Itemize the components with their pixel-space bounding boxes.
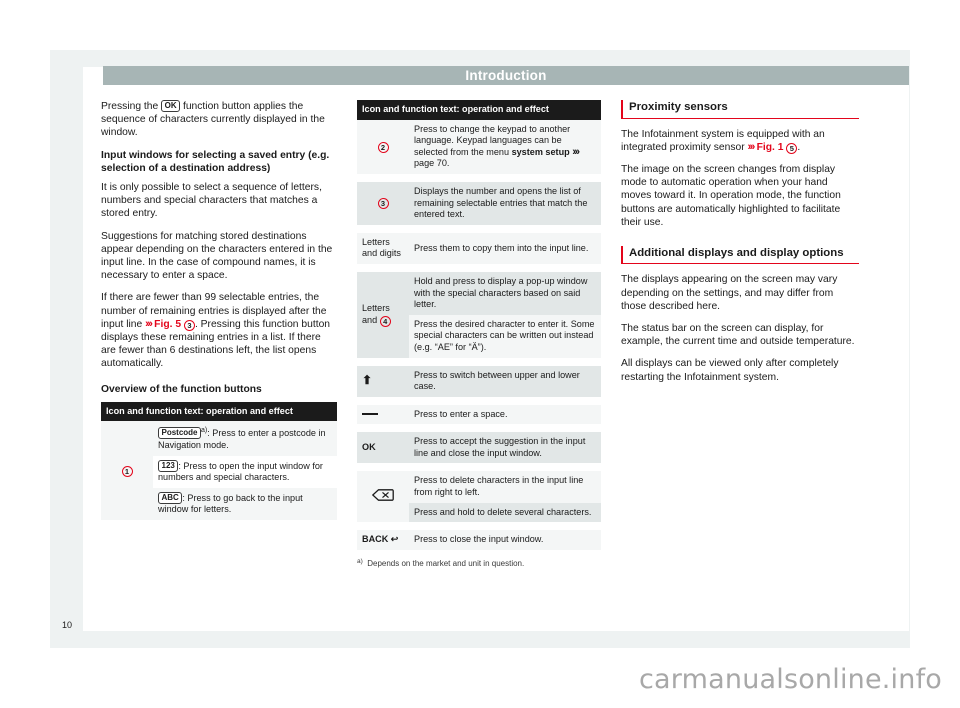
table-row: Press to accept the suggestion in the in… [409,432,601,464]
keypad-language-post: page 70. [414,158,450,169]
table-row: Press and hold to delete several charact… [409,502,601,523]
row-separator [357,396,601,405]
paragraph-displays-vary: The displays appearing on the screen may… [621,274,838,312]
table-row-icon-3: 3 [357,181,409,225]
footnote-marker: a) [357,557,363,565]
watermark: carmanualsonline.info [639,664,942,695]
table-row-icon-ok: OK [357,432,409,464]
section-heading-additional-displays: Additional displays and display options [621,245,859,265]
table-row: Postcode a): Press to enter a postcode in… [153,421,337,456]
callout-circle-4: 4 [379,315,391,327]
chevrons-icon: ››› [747,140,755,153]
row-separator [357,173,601,182]
numbers-description: : Press to open the input window for num… [158,460,323,483]
table-row-icon-shift: ⬆ [357,365,409,397]
page-number: 10 [62,620,73,630]
table-header-left: Icon and function text: operation and ef… [101,401,337,422]
table-row-icon-2: 2 [357,119,409,174]
table-row-icon-space [357,404,409,425]
paragraph-fewer-than-99: If there are fewer than 99 selectable en… [101,291,337,370]
table-row: Press to switch between upper and lower … [409,365,601,397]
space-bar-icon [362,412,378,415]
row-separator [357,357,601,366]
numbers-keycap: 123 [158,459,179,472]
callout-circle-3: 3 [183,319,195,331]
shift-arrow-icon: ⬆ [362,372,373,387]
backspace-icon [372,489,394,501]
table-row: Press them to copy them into the input l… [409,232,601,264]
table-row: Press to delete characters in the input … [409,471,601,503]
subheading-input-windows: Input windows for selecting a saved entr… [101,149,330,174]
paragraph-proximity-sensor: The Infotainment system is equipped with… [621,128,859,154]
callout-circle-5: 5 [786,142,798,154]
row-separator [357,424,601,433]
row-separator [357,263,601,272]
table-row-icon-letters-4: Letters and 4 [357,271,409,358]
row-separator [357,463,601,472]
table-row-icon-letters-digits: Letters and digits [357,232,409,264]
paragraph-ok-button: Pressing the OK function button applies … [101,100,325,139]
table-footnote: a) Depends on the market and unit in que… [357,556,601,569]
function-buttons-table-mid: Icon and function text: operation and ef… [357,100,601,550]
paragraph-restart-required: All displays can be viewed only after co… [621,358,839,383]
table-row: Press to close the input window. [409,530,601,550]
table-row: Displays the number and opens the list o… [409,181,601,225]
table-row-icon-1: 1 [101,421,153,521]
running-header-title: Introduction [465,68,547,83]
table-row-icon-backspace [357,471,409,523]
chevrons-icon: ››› [572,145,580,158]
table-header-mid: Icon and function text: operation and ef… [357,100,601,120]
chevrons-icon: ››› [145,317,153,330]
abc-keycap: ABC [158,491,183,504]
postcode-keycap: Postcode [158,427,202,440]
callout-circle-2: 2 [377,141,389,153]
table-row: Hold and press to display a pop-up windo… [409,271,601,315]
row-separator [357,522,601,531]
paragraph-sequence-selection: It is only possible to select a sequence… [101,182,322,220]
function-buttons-table-left: Icon and function text: operation and ef… [101,401,337,521]
figure-reference[interactable]: Fig. 1 [757,142,784,153]
subheading-overview-buttons: Overview of the function buttons [101,383,262,395]
left-column: Pressing the OK function button applies … [101,100,337,521]
ok-keycap: OK [161,100,181,112]
row-separator [357,224,601,233]
paragraph-suggestions: Suggestions for matching stored destinat… [101,230,333,282]
paragraph-screen-image-changes: The image on the screen changes from dis… [621,163,841,228]
footnote-text: Depends on the market and unit in questi… [367,558,525,568]
table-row: ABC: Press to go back to the input windo… [153,487,337,521]
right-column: Proximity sensors The Infotainment syste… [621,100,859,384]
running-header: Introduction [103,66,909,85]
table-row: 123: Press to open the input window for … [153,455,337,488]
table-row: Press to change the keypad to another la… [409,119,601,174]
system-setup-label: system setup [511,146,570,157]
table-row: Press to enter a space. [409,404,601,425]
section-heading-proximity-sensors: Proximity sensors [621,100,859,119]
figure-reference[interactable]: Fig. 5 [154,319,181,330]
paragraph-status-bar: The status bar on the screen can display… [621,323,855,348]
callout-circle-3: 3 [377,198,389,210]
callout-circle-1: 1 [121,465,133,477]
proximity-post: . [797,141,801,153]
table-row-icon-back: BACK ↩ [357,530,409,550]
middle-column: Icon and function text: operation and ef… [357,100,601,569]
table-row: Press the desired character to enter it.… [409,314,601,358]
